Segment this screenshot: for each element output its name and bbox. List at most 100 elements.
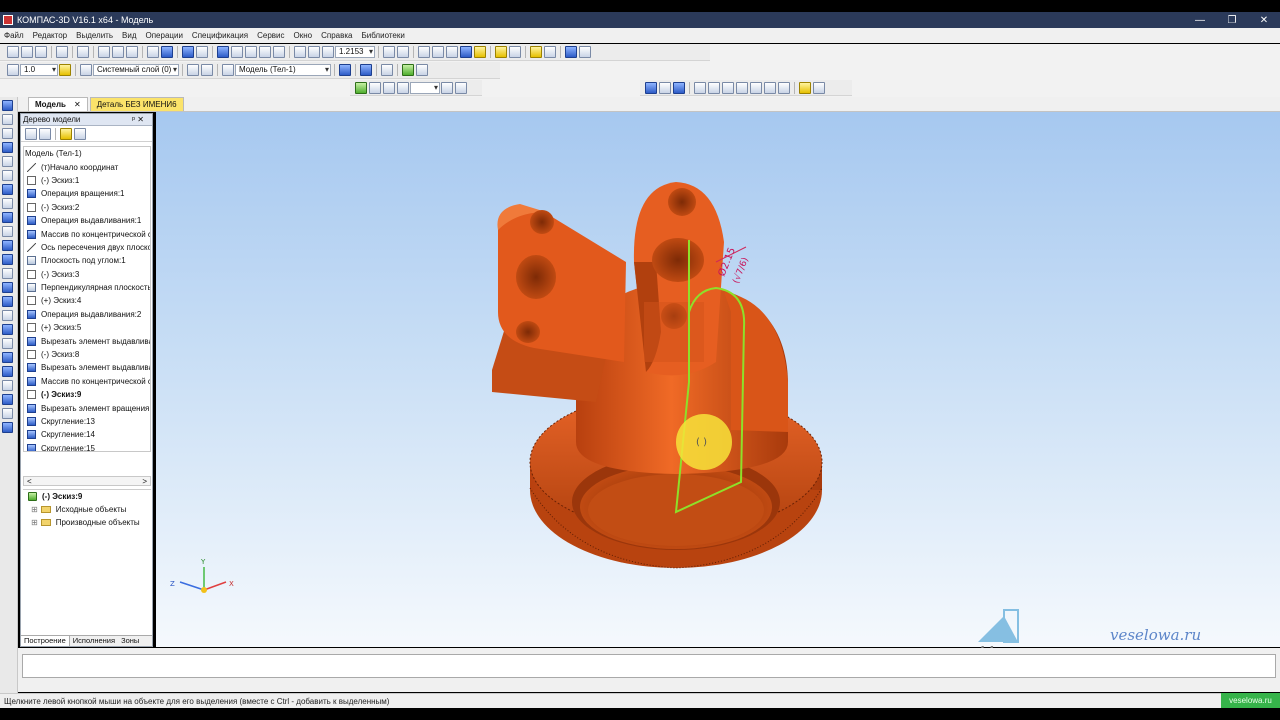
segment-icon[interactable] (694, 81, 706, 94)
tree-item[interactable]: (-) Эскиз:3 (24, 268, 150, 281)
tree-item[interactable]: Операция вращения:1 (24, 187, 150, 200)
tree-item[interactable]: Модель (Тел-1) (24, 147, 150, 160)
menu-editor[interactable]: Редактор (33, 31, 67, 40)
material-icon[interactable] (381, 64, 393, 76)
maximize-button[interactable]: ❐ (1216, 15, 1248, 26)
menu-operations[interactable]: Операции (146, 31, 183, 40)
filter-icon[interactable] (495, 46, 507, 58)
panel-tool-icon[interactable] (2, 184, 13, 195)
new-file-icon[interactable] (7, 46, 19, 58)
panel-tool-icon[interactable] (2, 380, 13, 391)
tree-item[interactable]: Массив по концентрической с (24, 227, 150, 240)
tree-item[interactable]: Скругление:13 (24, 415, 150, 428)
halftone-icon[interactable] (460, 46, 472, 58)
hatch-icon[interactable] (673, 81, 685, 94)
grid-icon[interactable] (402, 64, 414, 76)
halftone-edges-icon[interactable] (474, 46, 486, 58)
panel-tool-icon[interactable] (2, 114, 13, 125)
edit-copy-icon[interactable] (383, 81, 395, 94)
circle-icon[interactable] (764, 81, 776, 94)
section-icon[interactable] (544, 46, 556, 58)
menu-window[interactable]: Окно (294, 31, 313, 40)
color-icon[interactable] (339, 64, 351, 76)
panel-tool-icon[interactable] (2, 338, 13, 349)
tree-order-icon[interactable] (60, 127, 72, 140)
undo-icon[interactable] (182, 46, 194, 58)
panel-tool-icon[interactable] (2, 240, 13, 251)
tree-item[interactable]: Ось пересечения двух плоско (24, 241, 150, 254)
panel-tool-icon[interactable] (2, 310, 13, 321)
tab-part-unnamed[interactable]: Деталь БЕЗ ИМЕНИ6 (89, 97, 184, 111)
edit-combo[interactable] (410, 81, 440, 94)
parameterize-icon[interactable] (813, 81, 825, 94)
open-file-icon[interactable] (21, 46, 33, 58)
subtree-item-derived[interactable]: ⊞ Производные объекты (23, 516, 151, 529)
subtree-title-row[interactable]: (-) Эскиз:9 (23, 490, 151, 503)
tree-item[interactable]: Массив по концентрической с (24, 375, 150, 388)
tree-hscrollbar[interactable]: < > (23, 476, 151, 486)
tree-item[interactable]: Вырезать элемент выдавлива (24, 361, 150, 374)
panel-tool-icon[interactable] (2, 212, 13, 223)
step-combo[interactable]: 1.0 (20, 64, 58, 76)
angle-icon[interactable] (722, 81, 734, 94)
expand-icon[interactable]: ⊞ (31, 518, 38, 527)
menu-libraries[interactable]: Библиотеки (361, 31, 404, 40)
measure-icon[interactable] (259, 46, 271, 58)
tree-item[interactable]: (+) Эскиз:4 (24, 294, 150, 307)
paste-icon[interactable] (126, 46, 138, 58)
panel-tool-icon[interactable] (2, 296, 13, 307)
tree-item[interactable]: Перпендикулярная плоскость (24, 281, 150, 294)
help-icon[interactable] (273, 46, 285, 58)
local-cs-icon[interactable] (201, 64, 213, 76)
panel-tool-icon[interactable] (2, 254, 13, 265)
settings-icon[interactable] (579, 46, 591, 58)
panel-tool-icon[interactable] (2, 142, 13, 153)
scroll-left-icon[interactable]: < (27, 477, 32, 486)
tree-item[interactable]: (+) Эскиз:5 (24, 321, 150, 334)
edit-point-icon[interactable] (355, 81, 367, 94)
menu-file[interactable]: Файл (4, 31, 24, 40)
tree-structure-icon[interactable] (25, 127, 37, 140)
tree-item[interactable]: (-) Эскиз:2 (24, 201, 150, 214)
tab-zones[interactable]: Зоны (118, 636, 142, 646)
snap-icon[interactable] (59, 64, 71, 76)
layer-combo[interactable]: Системный слой (0) (93, 64, 179, 76)
rebuild-icon[interactable] (565, 46, 577, 58)
panel-tool-icon[interactable] (2, 324, 13, 335)
layer-style-icon[interactable] (80, 64, 92, 76)
close-button[interactable]: ✕ (1248, 15, 1280, 26)
model-viewport[interactable]: ( ) Ø2.15 (√7/6) Y X Z (156, 112, 1280, 647)
zoom-combo[interactable]: 1.2153 (335, 46, 375, 58)
hidden-lines-icon[interactable] (432, 46, 444, 58)
orientation-icon[interactable] (397, 46, 409, 58)
point-icon[interactable] (778, 81, 790, 94)
zoom-in-icon[interactable] (322, 46, 334, 58)
variables-icon[interactable] (245, 46, 257, 58)
scroll-right-icon[interactable]: > (142, 477, 147, 486)
thin-lines-icon[interactable] (446, 46, 458, 58)
tree-item[interactable]: (-) Эскиз:9 (24, 388, 150, 401)
edit-apply-icon[interactable] (441, 81, 453, 94)
body-icon[interactable] (222, 64, 234, 76)
coordinates-icon[interactable] (187, 64, 199, 76)
save-icon[interactable] (35, 46, 47, 58)
subtree-item-source[interactable]: ⊞ Исходные объекты (23, 503, 151, 516)
select-filter-icon[interactable] (509, 46, 521, 58)
panel-tool-icon[interactable] (2, 198, 13, 209)
body-combo[interactable]: Модель (Тел-1) (235, 64, 331, 76)
panel-tool-icon[interactable] (2, 282, 13, 293)
edit-object-icon[interactable] (369, 81, 381, 94)
tree-item[interactable]: Операция выдавливания:2 (24, 308, 150, 321)
optics-icon[interactable] (360, 64, 372, 76)
tree-filter-icon[interactable] (74, 127, 86, 140)
panel-tool-icon[interactable] (2, 226, 13, 237)
tree-item[interactable]: Скругление:14 (24, 428, 150, 441)
command-prompt-line[interactable] (22, 654, 1276, 678)
panel-tool-icon[interactable] (2, 352, 13, 363)
menu-specification[interactable]: Спецификация (192, 31, 248, 40)
minimize-button[interactable]: — (1184, 15, 1216, 26)
copy-icon[interactable] (112, 46, 124, 58)
tree-item[interactable]: Плоскость под углом:1 (24, 254, 150, 267)
tree-item[interactable]: (т)Начало координат (24, 160, 150, 173)
panel-tool-icon[interactable] (2, 408, 13, 419)
